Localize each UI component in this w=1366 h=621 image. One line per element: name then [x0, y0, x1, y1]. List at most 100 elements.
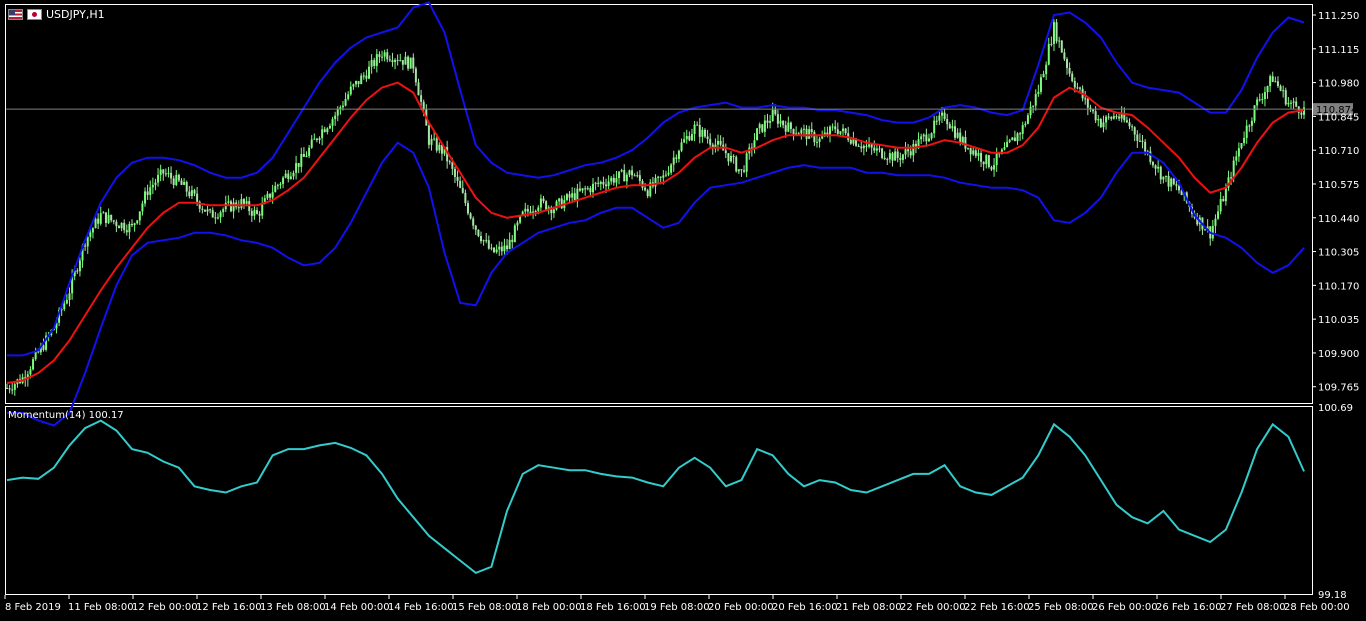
candle-body [326, 128, 329, 132]
candle-body [146, 191, 149, 195]
candle-body [487, 240, 490, 249]
candle-body [537, 207, 540, 212]
candle-body [261, 203, 264, 216]
candle-body [883, 157, 886, 160]
candle-body [104, 212, 107, 224]
candle-body [696, 124, 699, 126]
candle-body [300, 154, 303, 167]
candle-body [310, 139, 313, 148]
candle-body [1060, 40, 1063, 53]
candle-body [662, 175, 665, 178]
candle-body [94, 218, 97, 229]
candle-body [849, 139, 852, 144]
candle-body [1131, 126, 1134, 128]
candle-body [297, 163, 300, 167]
candle-body [805, 128, 808, 139]
candle-body [565, 194, 568, 201]
candle-body [185, 181, 188, 192]
candle-body [552, 209, 555, 214]
candle-body [1284, 90, 1287, 105]
candle-body [1172, 178, 1175, 185]
candle-body [276, 184, 279, 186]
candle-body [331, 119, 334, 126]
candle-body [717, 140, 720, 145]
candle-body [141, 203, 144, 212]
candle-body [1237, 148, 1240, 157]
candle-body [120, 222, 123, 229]
candle-body [323, 129, 326, 132]
candle-body [701, 129, 704, 137]
candle-body [597, 182, 600, 184]
candle-body [162, 169, 165, 174]
candle-body [886, 159, 889, 161]
candle-body [250, 211, 253, 216]
candle-body [253, 210, 256, 216]
candle-body [211, 210, 214, 218]
candle-body [620, 170, 623, 172]
candle-body [430, 139, 433, 145]
candle-body [1115, 116, 1118, 118]
x-tick-label: 26 Feb 00:00 [1092, 602, 1158, 613]
candle-body [904, 149, 907, 155]
candle-body [102, 212, 105, 214]
candle-body [862, 145, 865, 149]
candle-body [873, 147, 876, 151]
candle-body [1107, 116, 1110, 118]
candle-body [657, 176, 660, 178]
candle-body [1102, 122, 1105, 128]
candle-body [743, 170, 746, 172]
candle-body [1110, 117, 1113, 119]
price-y-tick-label: 110.035 [1318, 315, 1359, 326]
momentum-indicator-label: Momentum(14) 100.17 [8, 410, 124, 421]
candle-body [1013, 137, 1016, 142]
momentum-pane[interactable] [6, 419, 1305, 575]
candle-body [201, 208, 204, 210]
candle-body [1118, 116, 1121, 119]
candle-body [1164, 175, 1167, 177]
candle-body [875, 148, 878, 151]
candle-body [42, 345, 45, 350]
candle-body [954, 126, 957, 138]
candle-body [633, 175, 636, 177]
candle-body [32, 359, 35, 370]
candle-body [1157, 166, 1160, 169]
candle-body [1266, 86, 1269, 93]
candle-body [1128, 122, 1131, 127]
candle-body [896, 151, 899, 158]
candle-body [279, 183, 282, 185]
candle-body [899, 157, 902, 160]
candle-body [1261, 99, 1264, 101]
candle-body [933, 120, 936, 134]
candle-body [1141, 140, 1144, 142]
candle-body [690, 134, 693, 141]
candle-body [868, 144, 871, 147]
candle-body [1065, 59, 1068, 68]
candle-body [1240, 143, 1243, 149]
candle-body [477, 229, 480, 236]
candle-body [912, 143, 915, 156]
candle-body [203, 209, 206, 212]
candle-body [1217, 211, 1220, 219]
candle-body [881, 148, 884, 158]
candle-body [89, 232, 92, 237]
candle-body [513, 225, 516, 243]
candle-body [1105, 116, 1108, 123]
candle-body [1058, 40, 1061, 42]
us-flag-icon [8, 9, 23, 20]
candle-body [763, 120, 766, 132]
candle-body [1071, 73, 1074, 82]
candle-body [782, 120, 785, 126]
candle-body [573, 193, 576, 201]
price-pane[interactable] [6, 1, 1312, 427]
chart-canvas[interactable]: 110.874111.250111.115110.980110.845110.7… [0, 0, 1366, 621]
candle-body [907, 149, 910, 152]
candle-body [698, 124, 701, 137]
candle-body [404, 56, 407, 65]
candle-body [943, 112, 946, 120]
candle-body [555, 201, 558, 210]
candle-body [894, 151, 897, 161]
candle-body [63, 303, 66, 310]
x-tick-label: 20 Feb 00:00 [708, 602, 774, 613]
candle-body [1029, 106, 1032, 116]
candle-body [612, 177, 615, 183]
